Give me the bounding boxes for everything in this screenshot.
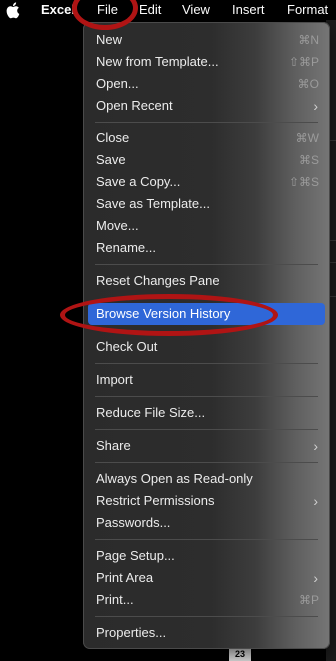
menu-item-label: Save a Copy... — [96, 174, 181, 189]
menu-separator — [95, 396, 318, 397]
menu-item-page-setup[interactable]: Page Setup... — [88, 545, 325, 567]
menu-item-label: Check Out — [96, 339, 158, 354]
menu-item-label: Open... — [96, 76, 139, 91]
menubar-view[interactable]: View — [182, 0, 210, 20]
chevron-right-icon: › — [313, 98, 318, 114]
menu-item-open-recent[interactable]: Open Recent › — [88, 95, 325, 117]
menu-item-properties[interactable]: Properties... — [88, 622, 325, 644]
menu-separator — [95, 264, 318, 265]
menubar-file[interactable]: File — [97, 0, 118, 20]
menu-item-label: Properties... — [96, 625, 167, 640]
menu-item-label: Print Area — [96, 570, 154, 585]
menu-item-new[interactable]: New ⌘N — [88, 29, 325, 51]
menu-item-print[interactable]: Print... ⌘P — [88, 589, 325, 611]
menu-item-open[interactable]: Open... ⌘O — [88, 73, 325, 95]
shortcut-label: ⇧⌘S — [288, 175, 319, 189]
shortcut-label: ⇧⌘P — [288, 55, 319, 69]
menubar-app-name[interactable]: Excel — [41, 0, 75, 20]
menu-item-print-area[interactable]: Print Area › — [88, 567, 325, 589]
menu-item-restrict-permissions[interactable]: Restrict Permissions › — [88, 490, 325, 512]
chevron-right-icon: › — [313, 493, 318, 509]
menu-item-reduce-file-size[interactable]: Reduce File Size... — [88, 402, 325, 424]
menu-item-label: Rename... — [96, 240, 156, 255]
menu-item-label: Close — [96, 130, 130, 145]
menu-item-label: Save as Template... — [96, 196, 210, 211]
menu-item-label: Restrict Permissions — [96, 493, 215, 508]
menu-item-save-a-copy[interactable]: Save a Copy... ⇧⌘S — [88, 171, 325, 193]
shortcut-label: ⌘N — [298, 33, 319, 47]
menubar-format[interactable]: Format — [287, 0, 328, 20]
menu-item-always-open-read-only[interactable]: Always Open as Read-only — [88, 468, 325, 490]
menu-item-label: Browse Version History — [96, 306, 231, 321]
menu-item-label: Always Open as Read-only — [96, 471, 253, 486]
menu-separator — [95, 462, 318, 463]
menu-item-label: Move... — [96, 218, 139, 233]
menu-item-label: Print... — [96, 592, 134, 607]
menu-item-save-as-template[interactable]: Save as Template... — [88, 193, 325, 215]
menu-item-label: Share — [96, 438, 131, 453]
menu-item-rename[interactable]: Rename... — [88, 237, 325, 259]
menu-item-label: New from Template... — [96, 54, 219, 69]
menu-item-label: Open Recent — [96, 98, 173, 113]
menu-bar: Excel File Edit View Insert Format — [0, 0, 336, 20]
menu-separator — [95, 122, 318, 123]
menu-item-import[interactable]: Import — [88, 369, 325, 391]
apple-logo-icon[interactable] — [6, 0, 20, 20]
menu-separator — [95, 363, 318, 364]
menu-item-label: Import — [96, 372, 133, 387]
menubar-edit[interactable]: Edit — [139, 0, 161, 20]
menu-item-label: Reduce File Size... — [96, 405, 206, 420]
row-number[interactable]: 23 — [229, 648, 251, 661]
menu-item-label: Passwords... — [96, 515, 171, 530]
menu-item-label: Page Setup... — [96, 548, 175, 563]
chevron-right-icon: › — [313, 570, 318, 586]
chevron-right-icon: › — [313, 438, 318, 454]
menu-item-passwords[interactable]: Passwords... — [88, 512, 325, 534]
menu-separator — [95, 539, 318, 540]
menubar-insert[interactable]: Insert — [232, 0, 265, 20]
menu-item-label: Save — [96, 152, 126, 167]
menu-item-save[interactable]: Save ⌘S — [88, 149, 325, 171]
shortcut-label: ⌘O — [297, 77, 319, 91]
menu-item-check-out[interactable]: Check Out — [88, 336, 325, 358]
screen: 23 Excel File Edit View Insert Format Ne… — [0, 0, 336, 661]
menu-item-close[interactable]: Close ⌘W — [88, 127, 325, 149]
menu-item-move[interactable]: Move... — [88, 215, 325, 237]
shortcut-label: ⌘W — [295, 131, 319, 145]
shortcut-label: ⌘S — [298, 153, 319, 167]
shortcut-label: ⌘P — [298, 593, 319, 607]
file-menu: New ⌘N New from Template... ⇧⌘P Open... … — [83, 22, 330, 649]
menu-item-label: Reset Changes Pane — [96, 273, 220, 288]
menu-item-reset-changes-pane[interactable]: Reset Changes Pane — [88, 270, 325, 292]
menu-item-share[interactable]: Share › — [88, 435, 325, 457]
menu-separator — [95, 616, 318, 617]
menu-separator — [95, 429, 318, 430]
menu-item-browse-version-history[interactable]: Browse Version History — [88, 303, 325, 325]
menu-item-label: New — [96, 32, 123, 47]
menu-item-new-from-template[interactable]: New from Template... ⇧⌘P — [88, 51, 325, 73]
